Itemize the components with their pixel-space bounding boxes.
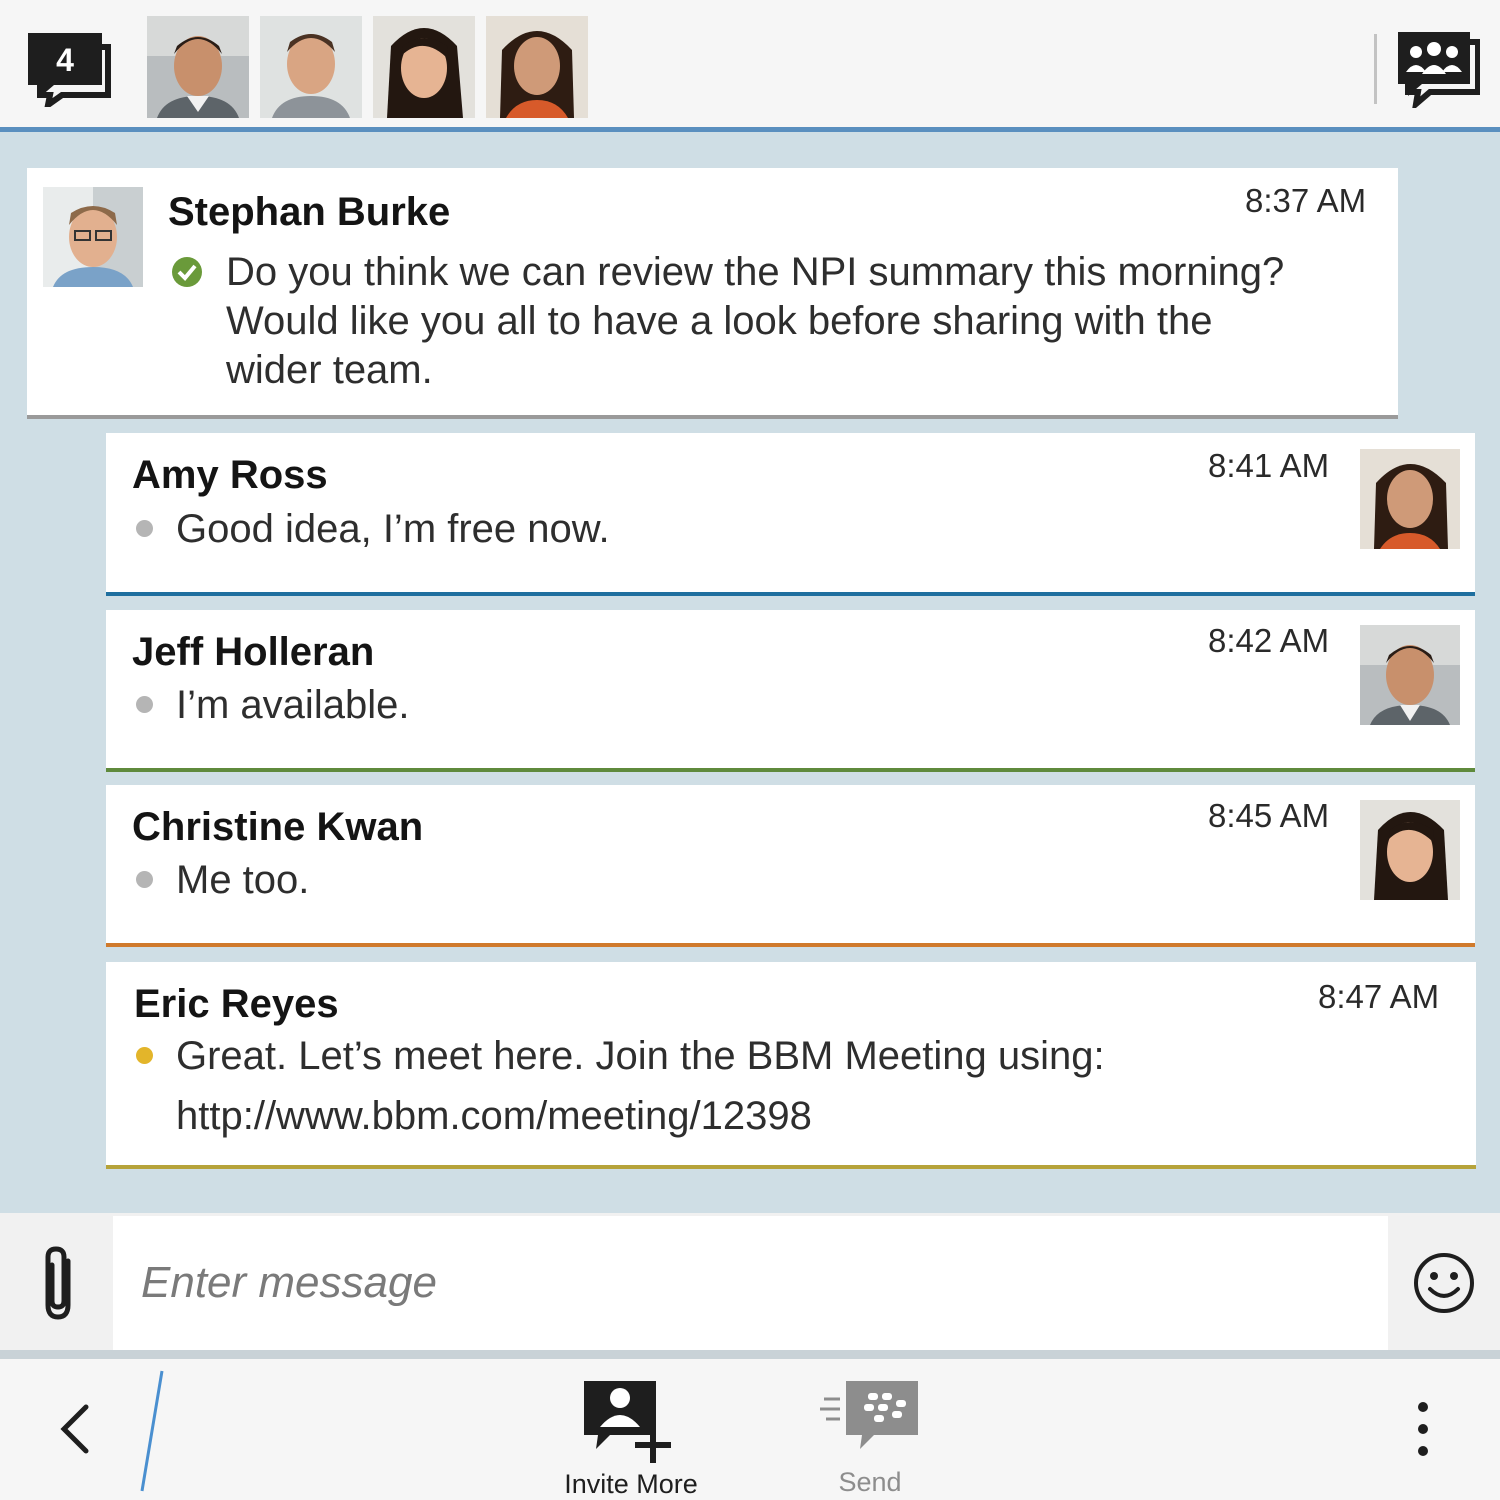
message-text: Good idea, I’m free now. [176,507,610,551]
sender-name: Jeff Holleran [132,630,375,674]
sender-name: Eric Reyes [134,982,339,1026]
emoji-icon[interactable] [1412,1251,1476,1315]
composer-bar [0,1213,1500,1359]
message-time: 8:47 AM [1318,978,1440,1015]
participant-list [147,16,588,118]
avatar[interactable] [147,16,249,118]
bbm-send-icon [820,1381,918,1449]
message-time: 8:42 AM [1208,622,1330,659]
message-jeff-holleran[interactable]: Jeff Holleran 8:42 AM I’m available. [106,610,1475,772]
sender-name: Amy Ross [132,453,328,497]
status-dot [136,520,153,537]
chat-header: 4 [0,0,1500,132]
message-text: Great. Let’s meet here. Join the BBM Mee… [176,1034,1105,1078]
message-christine-kwan[interactable]: Christine Kwan 8:45 AM Me too. [106,785,1475,947]
sender-name: Stephan Burke [168,190,451,234]
overflow-menu-icon[interactable] [1405,1399,1441,1469]
meeting-link[interactable]: http://www.bbm.com/meeting/12398 [176,1092,812,1141]
invite-more-label: Invite More [564,1469,698,1499]
message-text: Do you think we can review the NPI summa… [226,250,1285,392]
send-button[interactable]: Send [800,1381,940,1498]
message-time: 8:41 AM [1208,447,1330,484]
check-circle-icon [172,257,202,287]
avatar [1360,625,1460,725]
toolbar-divider [140,1370,164,1492]
avatar[interactable] [373,16,475,118]
message-text: Me too. [176,858,310,902]
avatar [1360,449,1460,549]
message-eric-reyes[interactable]: Eric Reyes 8:47 AM Great. Let’s meet her… [106,962,1476,1169]
status-dot [136,696,153,713]
message-amy-ross[interactable]: Amy Ross 8:41 AM Good idea, I’m free now… [106,433,1475,596]
bottom-toolbar: Invite More Send [0,1359,1500,1500]
avatar[interactable] [486,16,588,118]
header-divider [1374,34,1377,104]
message-text: I’m available. [176,683,410,727]
avatar[interactable] [260,16,362,118]
open-chats-button[interactable]: 4 [28,33,112,107]
avatar [1360,800,1460,900]
message-time: 8:37 AM [1245,182,1367,219]
avatar [43,187,143,287]
message-stephan-burke[interactable]: Stephan Burke 8:37 AM Do you think we ca… [27,168,1398,419]
sender-name: Christine Kwan [132,805,424,849]
send-label: Send [838,1467,902,1497]
invite-more-button[interactable]: Invite More [556,1381,706,1500]
invite-contact-icon [584,1381,671,1463]
message-input[interactable] [113,1216,1388,1350]
status-dot [136,871,153,888]
group-chat-icon[interactable] [1398,32,1480,108]
message-time: 8:45 AM [1208,797,1330,834]
back-chevron-icon[interactable] [40,1389,110,1469]
paperclip-icon[interactable] [36,1243,82,1325]
status-dot [136,1047,153,1064]
open-chats-count: 4 [56,42,74,78]
